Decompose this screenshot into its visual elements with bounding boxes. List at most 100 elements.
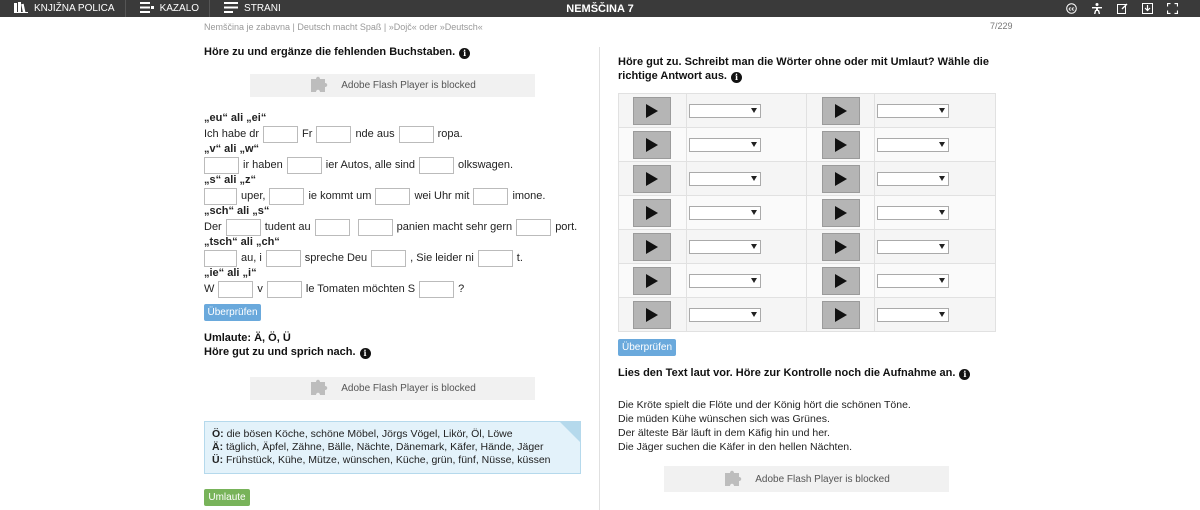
pages-icon bbox=[224, 1, 244, 16]
pages-button[interactable]: STRANI bbox=[210, 0, 291, 17]
info-icon[interactable]: i bbox=[459, 48, 471, 59]
gap-input[interactable] bbox=[204, 187, 237, 205]
download-icon[interactable] bbox=[1142, 3, 1153, 14]
play-icon bbox=[834, 137, 848, 152]
info-line: Ä: täglich, Äpfel, Zähne, Bälle, Nächte,… bbox=[212, 441, 544, 453]
answer-select[interactable] bbox=[877, 239, 950, 254]
library-button[interactable]: KNJIŽNA POLICA bbox=[0, 0, 126, 17]
play-audio-button[interactable] bbox=[633, 164, 672, 193]
gap-input[interactable] bbox=[375, 187, 411, 205]
text-line: Die müden Kühe wünschen sich was Grünes. bbox=[618, 413, 830, 425]
answer-select[interactable] bbox=[877, 307, 950, 322]
fullscreen-icon[interactable] bbox=[1167, 3, 1178, 14]
creative-commons-icon[interactable]: cc bbox=[1066, 3, 1077, 14]
gap-input[interactable] bbox=[398, 125, 434, 143]
read-aloud-text: Die Kröte spielt die Flöte und der König… bbox=[618, 398, 911, 454]
info-icon[interactable]: i bbox=[959, 369, 971, 380]
dropdown-arrow-icon bbox=[939, 210, 946, 215]
edit-note-icon[interactable] bbox=[1117, 3, 1128, 14]
answer-select[interactable] bbox=[688, 205, 761, 220]
play-audio-button[interactable] bbox=[633, 232, 672, 261]
answer-select[interactable] bbox=[877, 273, 950, 288]
dropdown-arrow-icon bbox=[939, 108, 946, 113]
answer-select[interactable] bbox=[688, 103, 761, 118]
play-audio-button[interactable] bbox=[821, 96, 860, 125]
answer-select[interactable] bbox=[877, 103, 950, 118]
pages-label: STRANI bbox=[244, 3, 281, 14]
puzzle-icon bbox=[309, 73, 341, 98]
play-audio-button[interactable] bbox=[821, 164, 860, 193]
gap-input[interactable] bbox=[477, 249, 513, 267]
play-audio-button[interactable] bbox=[633, 266, 672, 295]
gap-input[interactable] bbox=[371, 249, 407, 267]
play-icon bbox=[645, 239, 659, 254]
task4-heading: Lies den Text laut vor. Höre zur Kontrol… bbox=[618, 366, 971, 380]
gap-input[interactable] bbox=[357, 218, 393, 236]
answer-select[interactable] bbox=[877, 171, 950, 186]
play-audio-button[interactable] bbox=[633, 96, 672, 125]
answer-select[interactable] bbox=[688, 273, 761, 288]
umlaute-button[interactable]: Umlaute bbox=[204, 489, 250, 506]
gap-input[interactable] bbox=[266, 280, 302, 298]
umlaute-title: Umlaute: Ä, Ö, Ü bbox=[204, 332, 291, 344]
gap-input[interactable] bbox=[286, 156, 322, 174]
group-label: „s“ ali „z“ bbox=[204, 174, 256, 186]
text-line: Die Kröte spielt die Flöte und der König… bbox=[618, 399, 911, 411]
gap-input[interactable] bbox=[269, 187, 305, 205]
gap-input[interactable] bbox=[265, 249, 301, 267]
gap-input[interactable] bbox=[316, 125, 352, 143]
answer-select[interactable] bbox=[688, 137, 761, 152]
answer-select[interactable] bbox=[877, 137, 950, 152]
table-row bbox=[618, 127, 996, 162]
gap-input[interactable] bbox=[218, 280, 254, 298]
gap-input[interactable] bbox=[314, 218, 350, 236]
gap-input[interactable] bbox=[419, 156, 455, 174]
answer-select[interactable] bbox=[688, 171, 761, 186]
gap-input[interactable] bbox=[204, 156, 239, 174]
answer-select[interactable] bbox=[688, 307, 761, 322]
check-button[interactable]: Überprüfen bbox=[204, 304, 261, 321]
flash-player-placeholder[interactable]: Adobe Flash Player is blocked bbox=[250, 74, 535, 97]
breadcrumb: Nemščina je zabavna | Deutsch macht Spaß… bbox=[204, 22, 483, 32]
dropdown-arrow-icon bbox=[750, 312, 757, 317]
exercise-row: Der tudent au panien macht sehr gern por… bbox=[204, 217, 594, 237]
flash-player-placeholder[interactable]: Adobe Flash Player is blocked bbox=[664, 466, 949, 492]
gap-input[interactable] bbox=[204, 249, 237, 267]
box-corner bbox=[559, 421, 581, 443]
dropdown-arrow-icon bbox=[750, 108, 757, 113]
play-audio-button[interactable] bbox=[633, 130, 672, 159]
umlaut-info-box: Ö: die bösen Köche, schöne Möbel, Jörgs … bbox=[204, 421, 581, 474]
gap-input[interactable] bbox=[473, 187, 509, 205]
page-counter: 7/229 bbox=[990, 21, 1013, 31]
play-icon bbox=[834, 103, 848, 118]
play-audio-button[interactable] bbox=[821, 198, 860, 227]
accessibility-icon[interactable] bbox=[1091, 3, 1103, 14]
exercise-row: uper, ie kommt um wei Uhr mit imone. bbox=[204, 186, 594, 206]
play-audio-button[interactable] bbox=[633, 300, 672, 329]
play-audio-button[interactable] bbox=[821, 130, 860, 159]
info-icon[interactable]: i bbox=[359, 348, 371, 359]
dropdown-arrow-icon bbox=[750, 142, 757, 147]
answer-select[interactable] bbox=[877, 205, 950, 220]
info-icon[interactable]: i bbox=[731, 72, 742, 83]
table-row bbox=[618, 263, 996, 298]
contents-button[interactable]: KAZALO bbox=[126, 0, 211, 17]
gap-input[interactable] bbox=[516, 218, 552, 236]
play-icon bbox=[645, 307, 659, 322]
flash-player-placeholder[interactable]: Adobe Flash Player is blocked bbox=[250, 377, 535, 400]
task3-heading: Höre gut zu. Schreibt man die Wörter ohn… bbox=[618, 56, 989, 83]
gap-input[interactable] bbox=[263, 125, 299, 143]
exercise-row: au, i spreche Deu , Sie leider ni t. bbox=[204, 248, 594, 268]
check-button[interactable]: Überprüfen bbox=[618, 339, 676, 356]
table-row bbox=[618, 161, 996, 196]
gap-input[interactable] bbox=[419, 280, 455, 298]
fill-gaps-exercise: „eu“ ali „ei“ Ich habe dr Fr nde aus rop… bbox=[204, 113, 594, 299]
dropdown-arrow-icon bbox=[939, 142, 946, 147]
info-line: Ü: Frühstück, Kühe, Mütze, wünschen, Küc… bbox=[212, 454, 551, 466]
gap-input[interactable] bbox=[225, 218, 261, 236]
answer-select[interactable] bbox=[688, 239, 761, 254]
play-audio-button[interactable] bbox=[633, 198, 672, 227]
play-audio-button[interactable] bbox=[821, 266, 860, 295]
play-audio-button[interactable] bbox=[821, 300, 860, 329]
play-audio-button[interactable] bbox=[821, 232, 860, 261]
